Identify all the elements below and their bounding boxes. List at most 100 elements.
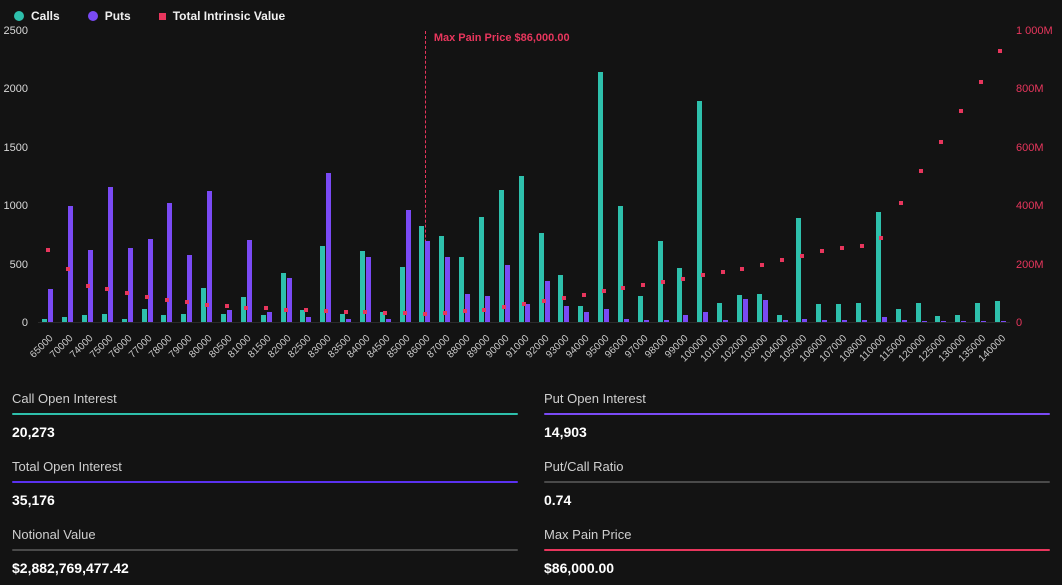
bar-group-82000[interactable] xyxy=(276,31,296,322)
bar-group-90000[interactable] xyxy=(494,31,514,322)
puts-bar[interactable] xyxy=(406,210,411,322)
intrinsic-value-dot[interactable] xyxy=(740,267,744,271)
bar-group-87000[interactable] xyxy=(435,31,455,322)
intrinsic-value-dot[interactable] xyxy=(125,291,129,295)
bar-group-120000[interactable] xyxy=(911,31,931,322)
bar-group-115000[interactable] xyxy=(891,31,911,322)
bar-group-89000[interactable] xyxy=(475,31,495,322)
puts-bar[interactable] xyxy=(346,319,351,323)
puts-bar[interactable] xyxy=(1001,321,1006,322)
bar-group-91000[interactable] xyxy=(514,31,534,322)
bar-group-84500[interactable] xyxy=(375,31,395,322)
bar-group-135000[interactable] xyxy=(971,31,991,322)
calls-bar[interactable] xyxy=(181,314,186,322)
calls-bar[interactable] xyxy=(717,303,722,322)
intrinsic-value-dot[interactable] xyxy=(423,312,427,316)
puts-bar[interactable] xyxy=(882,317,887,322)
bar-group-101000[interactable] xyxy=(713,31,733,322)
bar-group-83000[interactable] xyxy=(316,31,336,322)
intrinsic-value-dot[interactable] xyxy=(284,308,288,312)
bar-group-94000[interactable] xyxy=(574,31,594,322)
bar-group-80000[interactable] xyxy=(197,31,217,322)
intrinsic-value-dot[interactable] xyxy=(661,280,665,284)
intrinsic-value-dot[interactable] xyxy=(582,293,586,297)
bar-group-77000[interactable] xyxy=(137,31,157,322)
puts-bar[interactable] xyxy=(723,320,728,322)
calls-bar[interactable] xyxy=(856,303,861,322)
calls-bar[interactable] xyxy=(757,294,762,322)
puts-bar[interactable] xyxy=(902,320,907,322)
bar-group-86000[interactable] xyxy=(415,31,435,322)
puts-bar[interactable] xyxy=(981,321,986,322)
calls-bar[interactable] xyxy=(261,315,266,322)
bar-group-104000[interactable] xyxy=(772,31,792,322)
bar-group-81000[interactable] xyxy=(236,31,256,322)
calls-bar[interactable] xyxy=(836,304,841,322)
calls-bar[interactable] xyxy=(935,316,940,322)
intrinsic-value-dot[interactable] xyxy=(959,109,963,113)
puts-bar[interactable] xyxy=(664,320,669,322)
puts-bar[interactable] xyxy=(822,320,827,322)
puts-bar[interactable] xyxy=(842,320,847,322)
puts-bar[interactable] xyxy=(326,173,331,323)
intrinsic-value-dot[interactable] xyxy=(105,287,109,291)
intrinsic-value-dot[interactable] xyxy=(780,258,784,262)
intrinsic-value-dot[interactable] xyxy=(939,140,943,144)
calls-bar[interactable] xyxy=(995,301,1000,322)
intrinsic-value-dot[interactable] xyxy=(403,311,407,315)
calls-bar[interactable] xyxy=(419,226,424,322)
bar-group-76000[interactable] xyxy=(117,31,137,322)
intrinsic-value-dot[interactable] xyxy=(760,263,764,267)
bar-group-99000[interactable] xyxy=(673,31,693,322)
bar-group-65000[interactable] xyxy=(38,31,58,322)
bar-group-79000[interactable] xyxy=(177,31,197,322)
bar-group-97000[interactable] xyxy=(633,31,653,322)
calls-bar[interactable] xyxy=(519,176,524,322)
puts-bar[interactable] xyxy=(167,203,172,322)
intrinsic-value-dot[interactable] xyxy=(66,267,70,271)
intrinsic-value-dot[interactable] xyxy=(443,311,447,315)
calls-bar[interactable] xyxy=(62,317,67,322)
intrinsic-value-dot[interactable] xyxy=(502,305,506,309)
calls-bar[interactable] xyxy=(479,217,484,322)
puts-bar[interactable] xyxy=(108,187,113,322)
bar-group-110000[interactable] xyxy=(871,31,891,322)
calls-bar[interactable] xyxy=(598,72,603,322)
intrinsic-value-dot[interactable] xyxy=(522,302,526,306)
intrinsic-value-dot[interactable] xyxy=(363,310,367,314)
intrinsic-value-dot[interactable] xyxy=(701,273,705,277)
bar-group-75000[interactable] xyxy=(98,31,118,322)
puts-bar[interactable] xyxy=(604,309,609,322)
bar-group-108000[interactable] xyxy=(852,31,872,322)
intrinsic-value-dot[interactable] xyxy=(899,201,903,205)
intrinsic-value-dot[interactable] xyxy=(46,248,50,252)
puts-bar[interactable] xyxy=(683,315,688,322)
bar-group-107000[interactable] xyxy=(832,31,852,322)
calls-bar[interactable] xyxy=(142,309,147,322)
intrinsic-value-dot[interactable] xyxy=(244,306,248,310)
intrinsic-value-dot[interactable] xyxy=(165,298,169,302)
bar-group-95000[interactable] xyxy=(594,31,614,322)
bar-group-88000[interactable] xyxy=(455,31,475,322)
calls-bar[interactable] xyxy=(439,236,444,322)
bar-group-85000[interactable] xyxy=(395,31,415,322)
bar-group-81500[interactable] xyxy=(256,31,276,322)
intrinsic-value-dot[interactable] xyxy=(681,277,685,281)
puts-bar[interactable] xyxy=(703,312,708,323)
intrinsic-value-dot[interactable] xyxy=(264,306,268,310)
intrinsic-value-dot[interactable] xyxy=(820,249,824,253)
bar-group-103000[interactable] xyxy=(752,31,772,322)
calls-bar[interactable] xyxy=(876,212,881,322)
puts-bar[interactable] xyxy=(644,320,649,322)
calls-bar[interactable] xyxy=(916,303,921,322)
puts-bar[interactable] xyxy=(763,300,768,322)
calls-bar[interactable] xyxy=(340,314,345,322)
calls-bar[interactable] xyxy=(300,310,305,322)
intrinsic-value-dot[interactable] xyxy=(919,169,923,173)
puts-bar[interactable] xyxy=(783,320,788,322)
legend-item-puts[interactable]: Puts xyxy=(88,9,131,23)
puts-bar[interactable] xyxy=(207,191,212,322)
bar-group-82500[interactable] xyxy=(296,31,316,322)
bar-group-102000[interactable] xyxy=(733,31,753,322)
puts-bar[interactable] xyxy=(802,319,807,323)
